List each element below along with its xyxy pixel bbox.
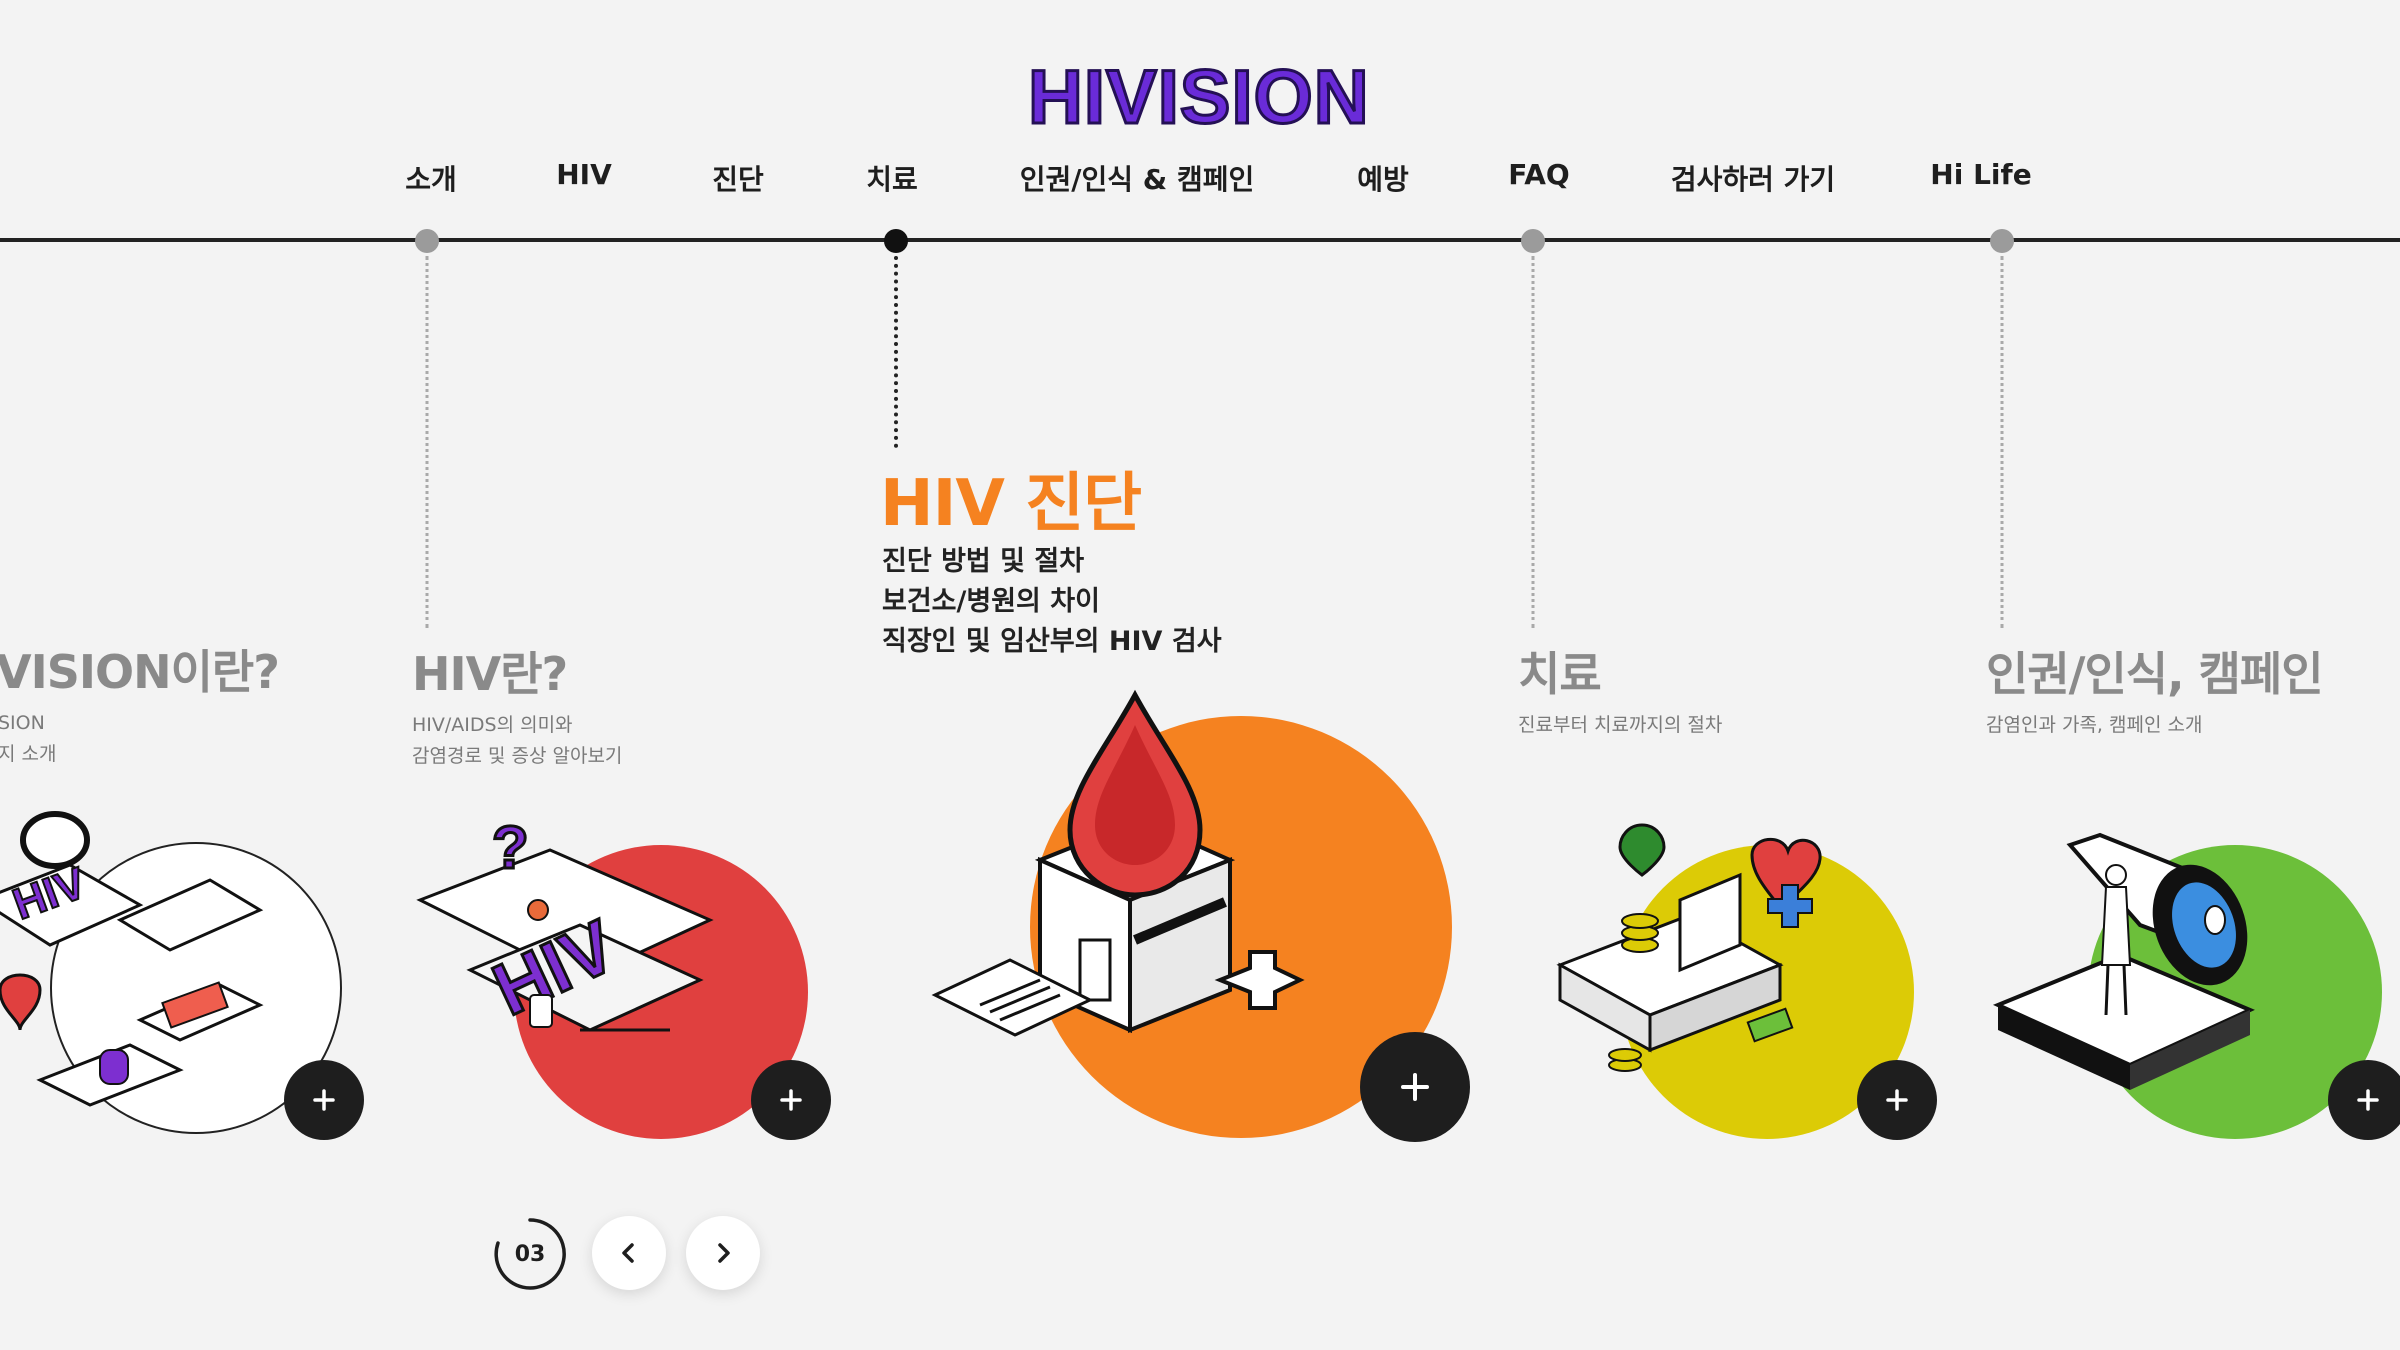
main-nav: 소개 HIV 진단 치료 인권/인식 & 캠페인 예방 FAQ 검사하러 가기 … xyxy=(0,158,2400,198)
intro-more-button[interactable] xyxy=(284,1060,364,1140)
plus-icon xyxy=(2357,1089,2379,1111)
nav-item-treatment[interactable]: 치료 xyxy=(866,158,918,198)
plus-icon xyxy=(1401,1073,1429,1101)
next-slide-button[interactable] xyxy=(686,1216,760,1290)
plus-icon xyxy=(780,1089,802,1111)
slide-desc-diagnosis: 진단 방법 및 절차 보건소/병원의 차이 직장인 및 임산부의 HIV 검사 xyxy=(882,542,1222,662)
chevron-left-icon xyxy=(622,1243,634,1263)
nav-item-hiv[interactable]: HIV xyxy=(556,158,612,191)
slide-desc-line: HIV/AIDS의 의미와 xyxy=(412,714,573,736)
prev-slide-button[interactable] xyxy=(592,1216,666,1290)
rights-more-button[interactable] xyxy=(2328,1060,2400,1140)
rights-illustration xyxy=(1992,832,2255,1090)
slide-title-rights: 인권/인식, 캠페인 xyxy=(1986,647,2324,701)
nav-item-go-test[interactable]: 검사하러 가기 xyxy=(1671,158,1835,198)
timeline-node-diagnosis-active[interactable] xyxy=(884,229,908,253)
timeline-node-rights[interactable] xyxy=(1990,229,2014,253)
plus-icon xyxy=(1886,1089,1908,1111)
slide-title-intro: VISION이란? xyxy=(0,645,280,699)
nav-item-rights-campaign[interactable]: 인권/인식 & 캠페인 xyxy=(1020,158,1254,198)
timeline-stem xyxy=(425,256,429,628)
slide-title-hiv: HIV란? xyxy=(412,647,568,701)
slide-desc-line: SION xyxy=(0,712,45,734)
slide-counter: 03 xyxy=(492,1216,568,1292)
timeline-stem xyxy=(2000,256,2004,628)
slide-title-treatment: 치료 xyxy=(1518,647,1602,701)
site-logo[interactable]: HIVISION xyxy=(1027,48,1400,148)
slide-desc-line: 보건소/병원의 차이 xyxy=(882,586,1100,617)
treatment-illustration xyxy=(1556,823,1822,1072)
chevron-right-icon xyxy=(718,1243,730,1263)
slide-desc-line: 감염경로 및 증상 알아보기 xyxy=(412,745,623,767)
slide-title-diagnosis: HIV 진단 xyxy=(880,467,1142,541)
hiv-illustration: ? HIV xyxy=(416,813,714,1033)
diagnosis-more-button[interactable] xyxy=(1360,1032,1470,1142)
nav-item-intro[interactable]: 소개 xyxy=(405,158,457,198)
slide-desc-intro: SION 지 소개 xyxy=(0,708,56,770)
intro-illustration: HIV xyxy=(0,811,264,1107)
svg-text:?: ? xyxy=(492,814,529,881)
logo-text: HIVISION xyxy=(1027,55,1371,140)
slide-desc-line: 감염인과 가족, 캠페인 소개 xyxy=(1986,714,2203,736)
slide-desc-treatment: 진료부터 치료까지의 절차 xyxy=(1518,710,1722,741)
diagnosis-illustration xyxy=(931,689,1305,1037)
slide-desc-line: 진료부터 치료까지의 절차 xyxy=(1518,714,1723,736)
plus-icon xyxy=(313,1089,335,1111)
timeline-node-treatment[interactable] xyxy=(1521,229,1545,253)
slide-desc-line: 지 소개 xyxy=(0,743,57,765)
hiv-more-button[interactable] xyxy=(751,1060,831,1140)
slide-desc-rights: 감염인과 가족, 캠페인 소개 xyxy=(1986,710,2202,741)
timeline-line xyxy=(0,238,2400,242)
nav-item-prevention[interactable]: 예방 xyxy=(1357,158,1409,198)
slide-desc-line: 진단 방법 및 절차 xyxy=(882,546,1085,577)
nav-item-faq[interactable]: FAQ xyxy=(1508,158,1569,191)
timeline-stem-active xyxy=(894,256,898,448)
nav-item-hi-life[interactable]: Hi Life xyxy=(1930,158,2031,191)
slide-desc-line: 직장인 및 임산부의 HIV 검사 xyxy=(882,626,1222,657)
nav-item-diagnosis[interactable]: 진단 xyxy=(712,158,764,198)
timeline-node-hiv[interactable] xyxy=(415,229,439,253)
slide-counter-text: 03 xyxy=(514,1241,546,1267)
treatment-more-button[interactable] xyxy=(1857,1060,1937,1140)
slide-desc-hiv: HIV/AIDS의 의미와 감염경로 및 증상 알아보기 xyxy=(412,710,622,772)
timeline-stem xyxy=(1531,256,1535,628)
